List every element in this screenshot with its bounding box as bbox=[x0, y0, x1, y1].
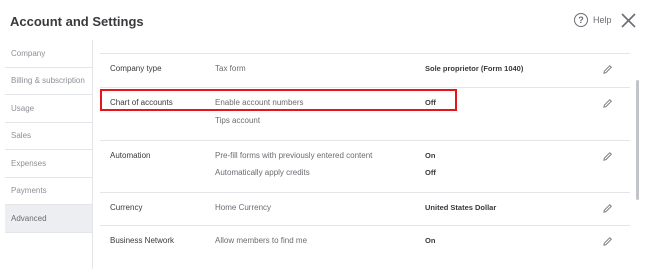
page-title: Account and Settings bbox=[10, 14, 144, 29]
pencil-icon[interactable] bbox=[602, 98, 613, 109]
setting-value: Off bbox=[425, 168, 436, 177]
sidebar-item-sales[interactable]: Sales bbox=[5, 123, 92, 150]
setting-label: Enable account numbers bbox=[215, 98, 304, 107]
setting-label: Home Currency bbox=[215, 203, 272, 212]
sidebar-item-company[interactable]: Company bbox=[5, 40, 92, 68]
sidebar-item-billing[interactable]: Billing & subscription bbox=[5, 68, 92, 95]
close-icon[interactable] bbox=[621, 13, 636, 28]
setting-value: Off bbox=[425, 98, 436, 107]
setting-label: Pre-fill forms with previously entered c… bbox=[215, 151, 373, 160]
section-company-type: Company type Tax form Sole proprietor (F… bbox=[100, 53, 630, 87]
pencil-icon[interactable] bbox=[602, 203, 613, 214]
section-title: Chart of accounts bbox=[110, 98, 173, 107]
setting-value: On bbox=[425, 236, 436, 245]
section-automation: Automation Pre-fill forms with previousl… bbox=[100, 140, 630, 192]
section-currency: Currency Home Currency United States Dol… bbox=[100, 192, 630, 225]
setting-value: United States Dollar bbox=[425, 203, 497, 212]
pencil-icon[interactable] bbox=[602, 236, 613, 247]
setting-label: Automatically apply credits bbox=[215, 168, 310, 177]
help-label: Help bbox=[593, 15, 612, 25]
scrollbar[interactable] bbox=[636, 80, 639, 200]
setting-label: Allow members to find me bbox=[215, 236, 308, 245]
settings-sidebar: Company Billing & subscription Usage Sal… bbox=[5, 40, 93, 269]
section-chart-of-accounts: Chart of accounts Enable account numbers… bbox=[100, 87, 630, 140]
sidebar-item-advanced[interactable]: Advanced bbox=[5, 205, 92, 233]
setting-label: Tips account bbox=[215, 116, 261, 125]
sidebar-item-expenses[interactable]: Expenses bbox=[5, 150, 92, 178]
section-business-network: Business Network Allow members to find m… bbox=[100, 225, 630, 265]
setting-value: On bbox=[425, 151, 436, 160]
help-button[interactable]: ? Help bbox=[574, 13, 612, 27]
section-title: Currency bbox=[110, 203, 143, 212]
sidebar-item-payments[interactable]: Payments bbox=[5, 178, 92, 205]
pencil-icon[interactable] bbox=[602, 151, 613, 162]
section-title: Automation bbox=[110, 151, 151, 160]
sidebar-item-usage[interactable]: Usage bbox=[5, 95, 92, 123]
pencil-icon[interactable] bbox=[602, 64, 613, 75]
help-icon: ? bbox=[574, 13, 588, 27]
section-title: Business Network bbox=[110, 236, 175, 245]
section-title: Company type bbox=[110, 64, 162, 73]
setting-value: Sole proprietor (Form 1040) bbox=[425, 64, 524, 73]
setting-label: Tax form bbox=[215, 64, 246, 73]
